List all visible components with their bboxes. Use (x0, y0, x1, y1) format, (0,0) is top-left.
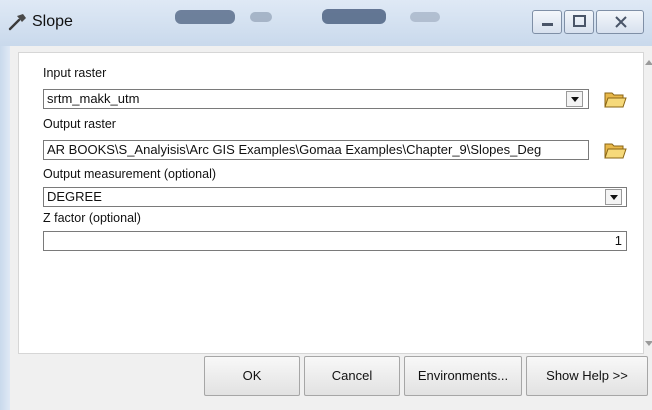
output-raster-label: Output raster (43, 117, 116, 131)
input-raster-dropdown-button[interactable] (566, 91, 583, 107)
slope-dialog: Slope Input raster srtm_makk_utm Output … (0, 0, 652, 410)
browse-folder-icon[interactable] (603, 88, 627, 110)
input-raster-value: srtm_makk_utm (47, 91, 140, 106)
maximize-icon (573, 15, 586, 27)
output-measurement-label: Output measurement (optional) (43, 167, 217, 181)
parameters-panel: Input raster srtm_makk_utm Output raster… (18, 52, 644, 354)
background-decoration (175, 10, 235, 24)
window-title: Slope (32, 13, 73, 30)
chevron-down-icon (610, 195, 618, 200)
z-factor-label: Z factor (optional) (43, 211, 141, 225)
maximize-button[interactable] (564, 10, 594, 34)
minimize-button[interactable] (532, 10, 562, 34)
environments-button[interactable]: Environments... (404, 356, 522, 396)
output-raster-field[interactable]: AR BOOKS\S_Analyisis\Arc GIS Examples\Go… (43, 140, 589, 160)
title-bar[interactable]: Slope (0, 0, 652, 47)
background-decoration (410, 12, 440, 22)
background-decoration (322, 9, 386, 24)
background-decoration (250, 12, 272, 22)
chevron-up-icon (645, 60, 652, 65)
chevron-down-icon (571, 97, 579, 102)
input-raster-label: Input raster (43, 66, 107, 80)
hammer-tool-icon (8, 14, 26, 31)
input-raster-combobox[interactable]: srtm_makk_utm (43, 89, 589, 109)
output-measurement-value: DEGREE (47, 189, 102, 204)
ok-button[interactable]: OK (204, 356, 300, 396)
cancel-button[interactable]: Cancel (304, 356, 400, 396)
output-measurement-select[interactable]: DEGREE (43, 187, 627, 207)
close-icon (615, 16, 627, 28)
browse-folder-icon[interactable] (603, 139, 627, 161)
minimize-icon (542, 23, 553, 26)
z-factor-field[interactable]: 1 (43, 231, 627, 251)
vertical-scrollbar[interactable] (642, 46, 652, 356)
z-factor-value: 1 (614, 233, 622, 248)
chevron-down-icon (645, 341, 652, 346)
window-frame (0, 46, 10, 410)
show-help-button[interactable]: Show Help >> (526, 356, 648, 396)
output-raster-value: AR BOOKS\S_Analyisis\Arc GIS Examples\Go… (47, 142, 542, 157)
close-button[interactable] (596, 10, 644, 34)
output-measurement-dropdown-button[interactable] (605, 189, 622, 205)
